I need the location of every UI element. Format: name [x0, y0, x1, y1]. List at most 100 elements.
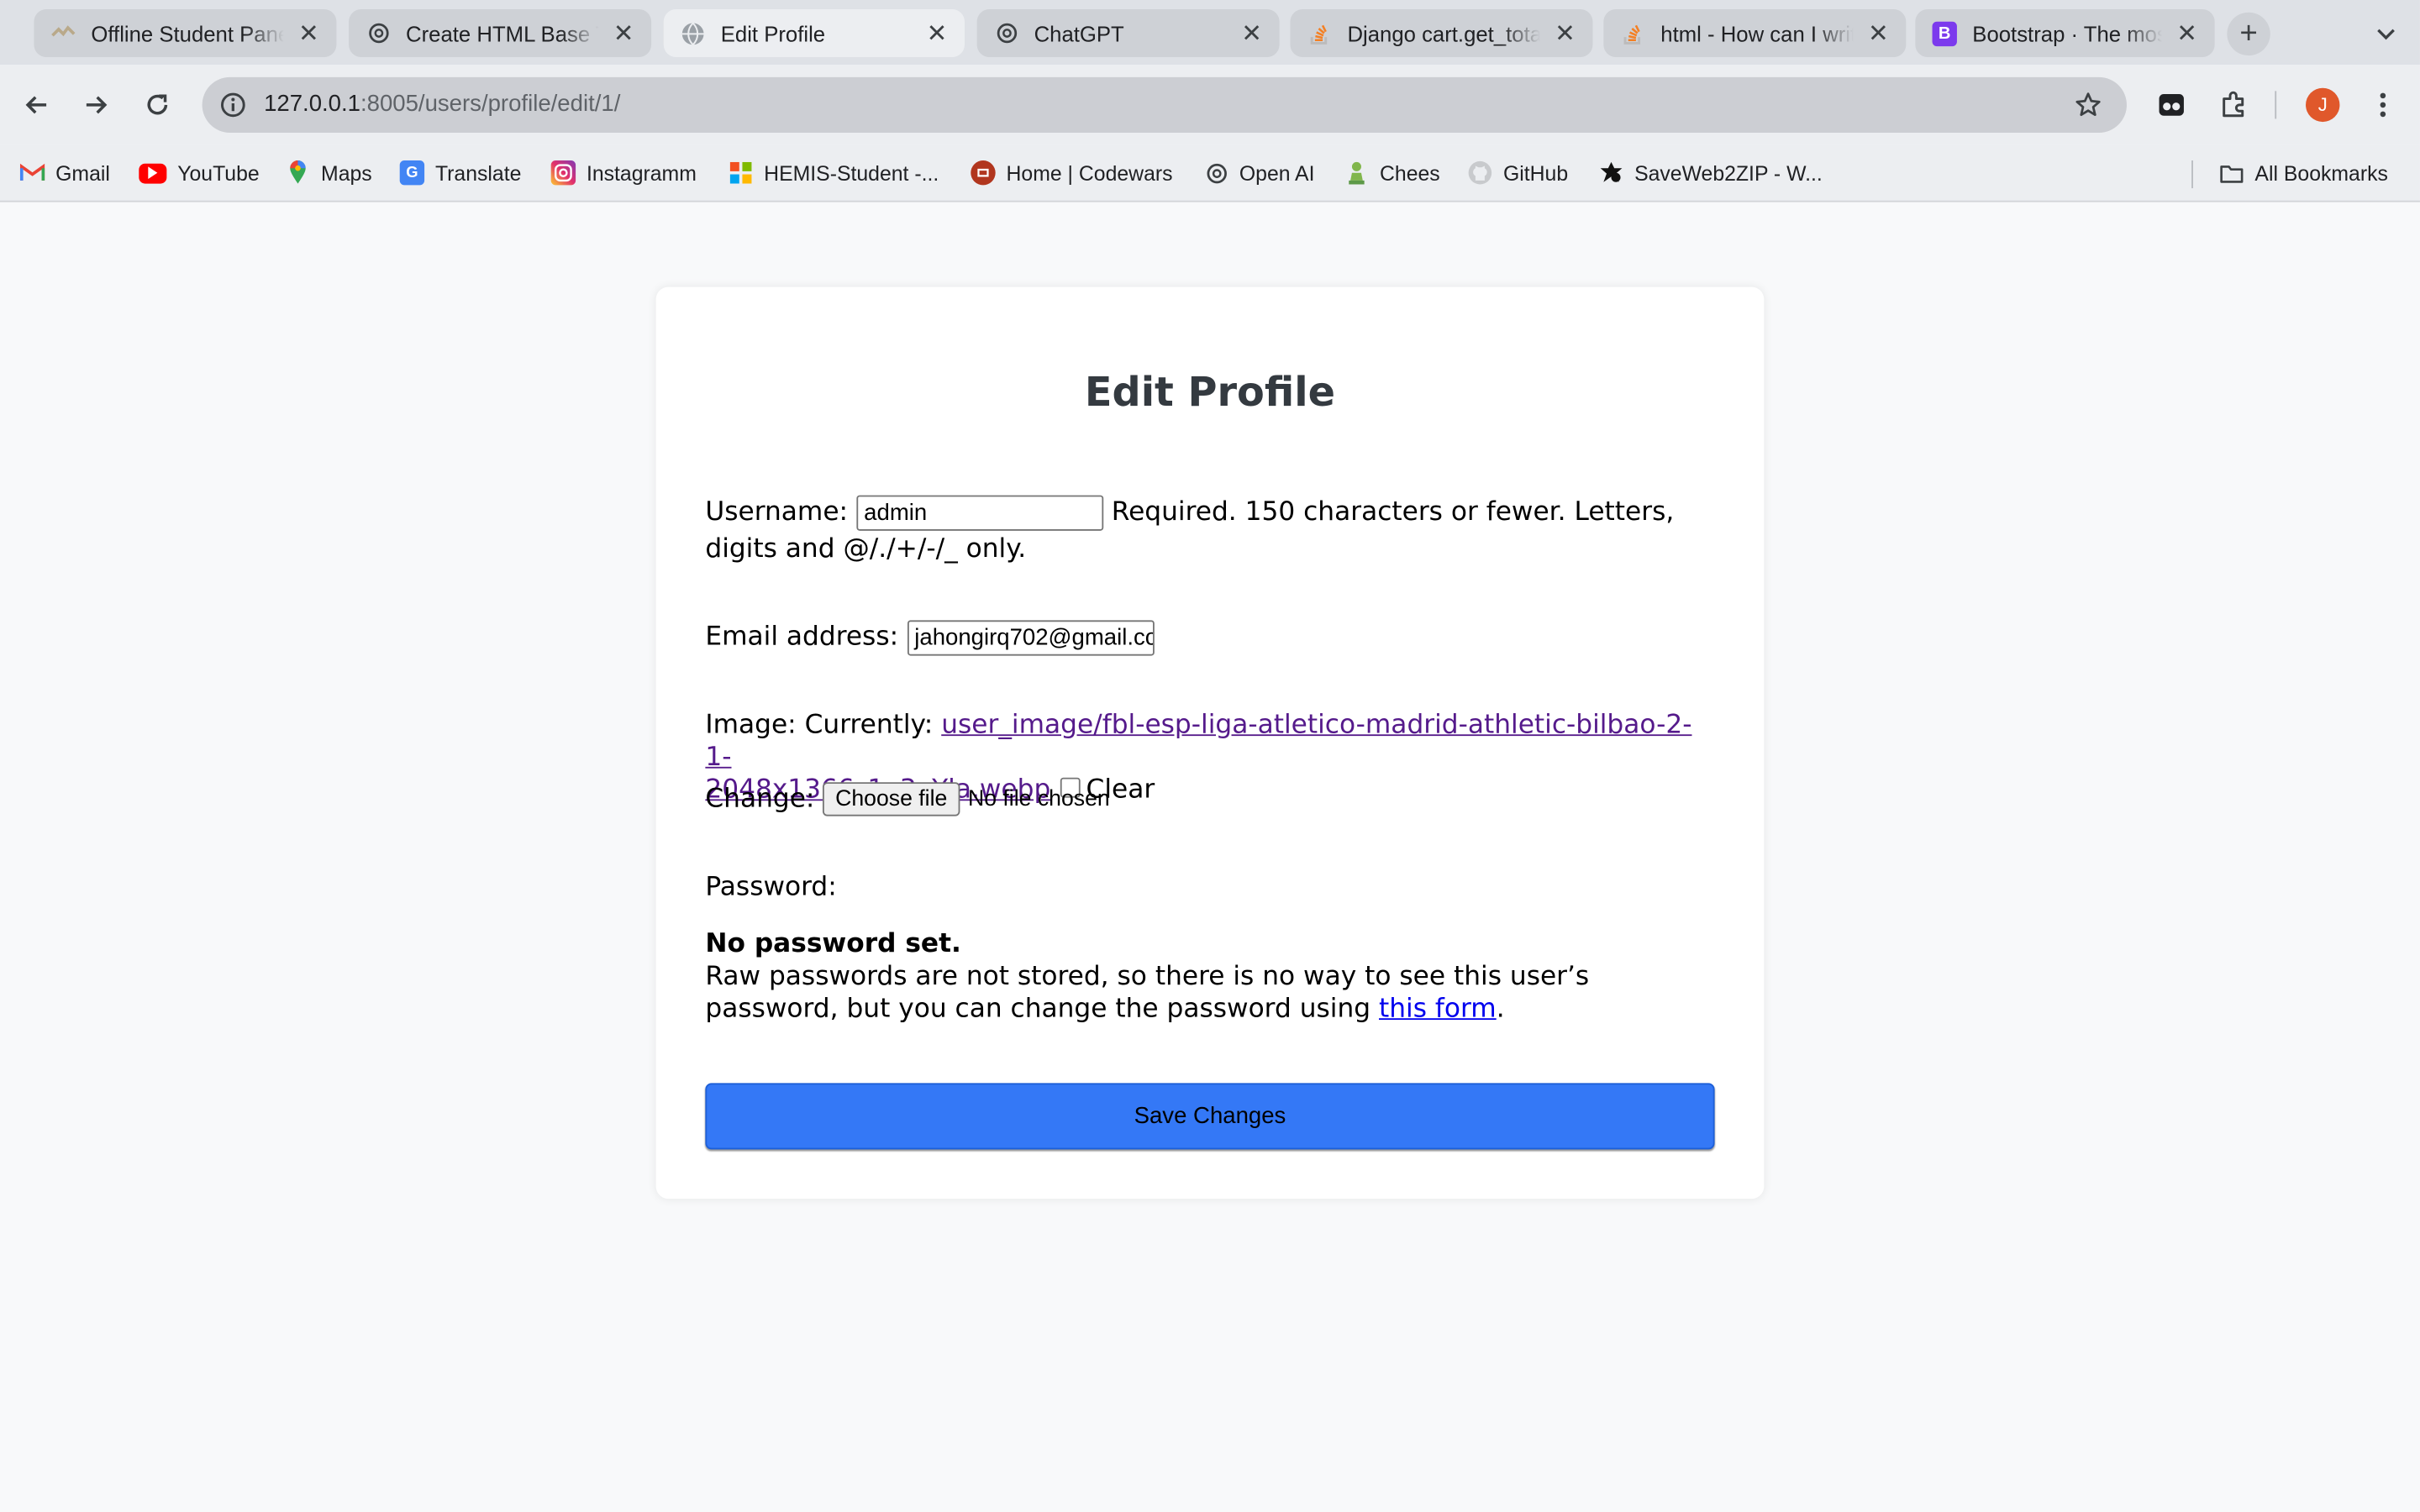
- tab-search-button[interactable]: [2367, 15, 2404, 52]
- url-text[interactable]: 127.0.0.1:8005/users/profile/edit/1/: [264, 91, 620, 117]
- bookmark-maps[interactable]: Maps: [286, 157, 372, 188]
- folder-icon: [2219, 160, 2244, 185]
- url-path: :8005/users/profile/edit/1/: [360, 91, 621, 118]
- toolbar-divider: [2275, 91, 2277, 119]
- bookmark-translate[interactable]: G Translate: [399, 157, 522, 188]
- tab-chatgpt[interactable]: ChatGPT ✕: [976, 9, 1280, 57]
- username-row: Username: admin Required. 150 characters…: [705, 494, 1714, 568]
- username-label: Username:: [705, 496, 849, 528]
- globe-icon: [681, 21, 705, 45]
- extension-button[interactable]: [2153, 87, 2190, 123]
- bookmark-youtube[interactable]: YouTube: [139, 157, 260, 188]
- save-changes-button[interactable]: Save Changes: [705, 1083, 1715, 1150]
- chevron-down-icon: [2377, 29, 2395, 40]
- incognito-extension-icon: [2159, 94, 2184, 116]
- bookmark-hemis[interactable]: HEMIS-Student -...: [729, 157, 939, 188]
- new-tab-button[interactable]: +: [2227, 12, 2270, 56]
- puzzle-icon: [2223, 91, 2244, 118]
- address-bar[interactable]: 127.0.0.1:8005/users/profile/edit/1/: [202, 76, 2127, 133]
- bookmark-openai[interactable]: Open AI: [1204, 157, 1315, 188]
- bootstrap-icon: B: [1932, 20, 1957, 46]
- arrow-right-icon: [86, 96, 108, 114]
- image-change-label: Change:: [705, 784, 815, 815]
- bookmark-label: GitHub: [1502, 160, 1569, 185]
- bookmarks-bar: Gmail YouTube Maps G Translate Instagram…: [0, 144, 2420, 202]
- change-password-link[interactable]: this form: [1379, 994, 1497, 1025]
- username-input[interactable]: admin: [855, 494, 1103, 530]
- close-icon[interactable]: ✕: [1549, 18, 1581, 49]
- browser-menu-button[interactable]: [2365, 87, 2402, 123]
- arrow-left-icon: [25, 96, 47, 114]
- tab-bootstrap[interactable]: B Bootstrap · The most popular ✕: [1915, 9, 2215, 57]
- bookmark-label: Home | Codewars: [1006, 160, 1173, 185]
- maps-icon: [286, 160, 310, 185]
- bookmark-label: SaveWeb2ZIP - W...: [1634, 160, 1823, 185]
- bookmark-gmail[interactable]: Gmail: [19, 157, 110, 188]
- close-icon[interactable]: ✕: [1863, 18, 1894, 49]
- extensions-menu-button[interactable]: [2215, 87, 2252, 123]
- tab-title: Django cart.get_total_price: [1347, 20, 1540, 46]
- all-bookmarks-button[interactable]: All Bookmarks: [2219, 157, 2388, 188]
- bookmark-instagram[interactable]: Instagramm: [550, 157, 697, 188]
- tab-django-cart[interactable]: Django cart.get_total_price ✕: [1290, 9, 1593, 57]
- email-input[interactable]: jahongirq702@gmail.com: [907, 619, 1154, 655]
- bookmark-label: HEMIS-Student -...: [764, 160, 939, 185]
- codewars-icon: [971, 160, 996, 186]
- password-label: Password:: [705, 871, 837, 903]
- no-file-chosen-text: No file chosen: [967, 786, 1110, 812]
- close-icon[interactable]: ✕: [1236, 18, 1267, 49]
- translate-icon: G: [399, 160, 425, 186]
- image-label: Image:: [705, 709, 797, 741]
- gmail-icon: [19, 160, 45, 185]
- password-helptext: Raw passwords are not stored, so there i…: [705, 961, 1714, 1026]
- password-info: No password set. Raw passwords are not s…: [705, 929, 1714, 1026]
- email-row: Email address: jahongirq702@gmail.com: [705, 619, 1714, 656]
- github-icon: [1468, 160, 1492, 185]
- close-icon[interactable]: ✕: [608, 18, 639, 49]
- bookmark-label: Translate: [434, 160, 522, 185]
- close-icon[interactable]: ✕: [2171, 18, 2202, 49]
- chess-icon: [1344, 160, 1369, 185]
- image-change-row: Change: Choose file No file chosen: [705, 780, 1714, 817]
- profile-avatar[interactable]: J: [2306, 87, 2340, 123]
- close-icon[interactable]: ✕: [922, 18, 953, 49]
- password-row: Password:: [705, 869, 1714, 906]
- reload-button[interactable]: [136, 83, 179, 126]
- forward-button[interactable]: [74, 83, 117, 126]
- close-icon[interactable]: ✕: [293, 18, 324, 49]
- tab-title: Bootstrap · The most popular: [1972, 20, 2162, 46]
- openai-icon: [994, 21, 1018, 45]
- kebab-menu-icon: [2380, 92, 2386, 118]
- star-icon: [2075, 92, 2101, 117]
- reload-icon: [147, 94, 168, 115]
- youtube-icon: [139, 162, 167, 183]
- email-label: Email address:: [705, 622, 899, 653]
- site-info-icon[interactable]: [214, 87, 251, 123]
- edit-profile-card: Edit Profile Username: admin Required. 1…: [655, 286, 1765, 1200]
- image-currently-label: Currently:: [804, 709, 934, 741]
- saveweb2zip-icon: [1599, 160, 1623, 185]
- stackoverflow-icon: [1307, 21, 1332, 45]
- tab-title: html - How can I write: [1660, 20, 1854, 46]
- bookmark-chess[interactable]: Chees: [1344, 157, 1440, 188]
- bookmark-github[interactable]: GitHub: [1468, 157, 1568, 188]
- tab-title: Create HTML Base Template: [406, 20, 599, 46]
- bookmark-label: Gmail: [55, 160, 110, 185]
- offline-student-icon: [51, 21, 76, 45]
- hemis-icon: [729, 160, 753, 185]
- tab-edit-profile[interactable]: Edit Profile ✕: [663, 9, 965, 57]
- password-help-suffix: .: [1496, 993, 1505, 1025]
- tab-strip: Offline Student Panel ✕ Create HTML Base…: [0, 0, 2420, 66]
- bookmark-star-button[interactable]: [2071, 88, 2105, 122]
- choose-file-button[interactable]: Choose file: [823, 782, 960, 816]
- password-status: No password set.: [705, 928, 961, 960]
- bookmark-label: Open AI: [1239, 160, 1315, 185]
- back-button[interactable]: [15, 83, 58, 126]
- url-host: 127.0.0.1: [264, 91, 360, 118]
- tab-offline-student-panel[interactable]: Offline Student Panel ✕: [34, 9, 337, 57]
- browser-toolbar: 127.0.0.1:8005/users/profile/edit/1/ J: [0, 65, 2420, 145]
- tab-create-html[interactable]: Create HTML Base Template ✕: [349, 9, 652, 57]
- tab-html-question[interactable]: html - How can I write ✕: [1603, 9, 1907, 57]
- bookmark-saveweb2zip[interactable]: SaveWeb2ZIP - W...: [1599, 157, 1823, 188]
- bookmark-codewars[interactable]: Home | Codewars: [971, 157, 1173, 188]
